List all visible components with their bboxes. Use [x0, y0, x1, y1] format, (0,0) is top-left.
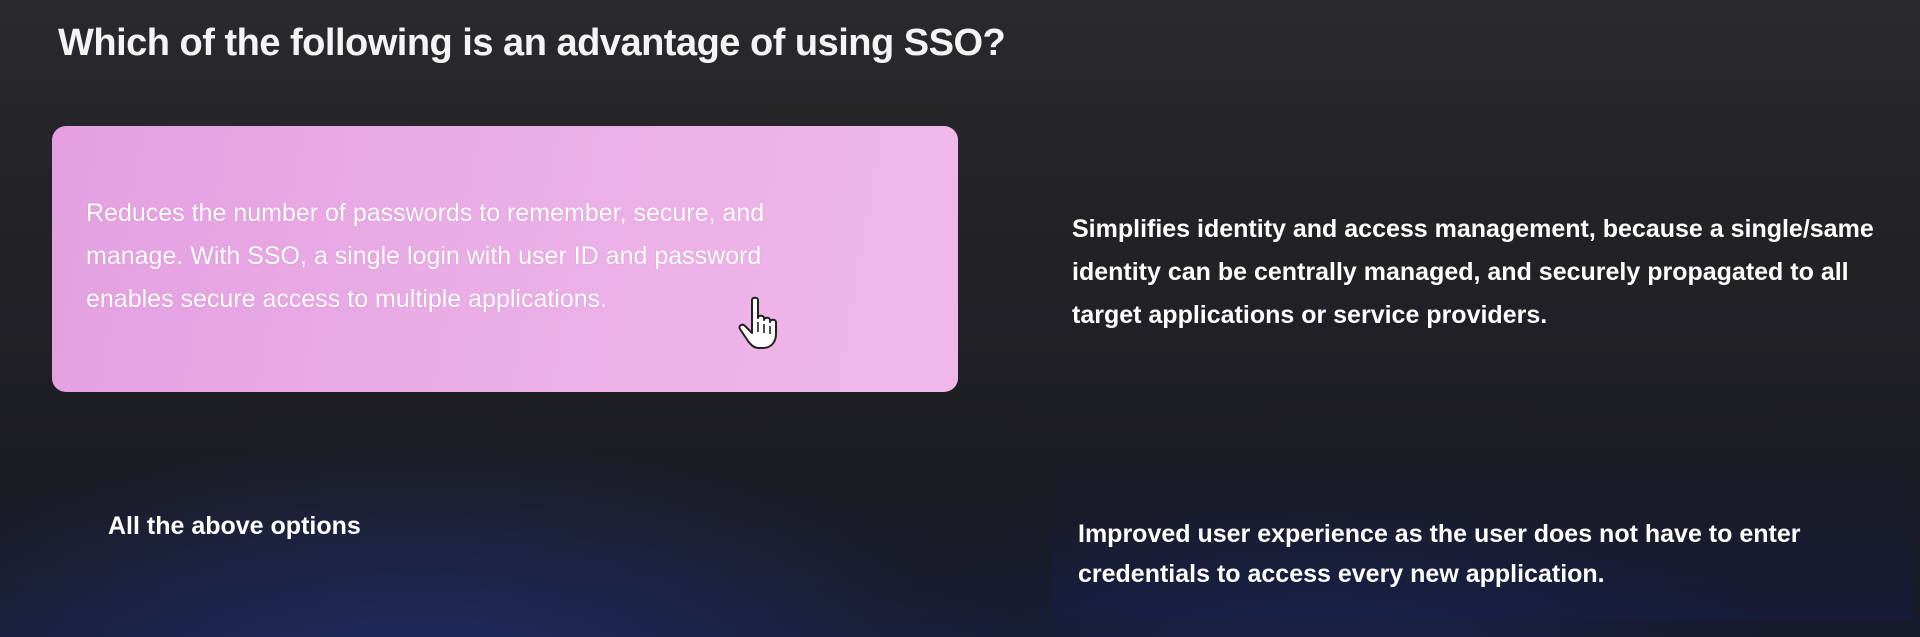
option-2-text: Simplifies identity and access managemen…	[1072, 215, 1874, 329]
option-4[interactable]: Improved user experience as the user doe…	[1052, 450, 1912, 620]
option-1[interactable]: Reduces the number of passwords to remem…	[52, 126, 958, 392]
hand-pointer-icon	[738, 296, 777, 349]
option-2[interactable]: Simplifies identity and access managemen…	[1072, 208, 1892, 358]
option-4-text: Improved user experience as the user doe…	[1078, 520, 1801, 588]
option-3[interactable]: All the above options	[52, 470, 942, 620]
question-title: Which of the following is an advantage o…	[58, 22, 1006, 64]
option-1-text: Reduces the number of passwords to remem…	[86, 199, 765, 313]
option-3-text: All the above options	[108, 512, 361, 540]
